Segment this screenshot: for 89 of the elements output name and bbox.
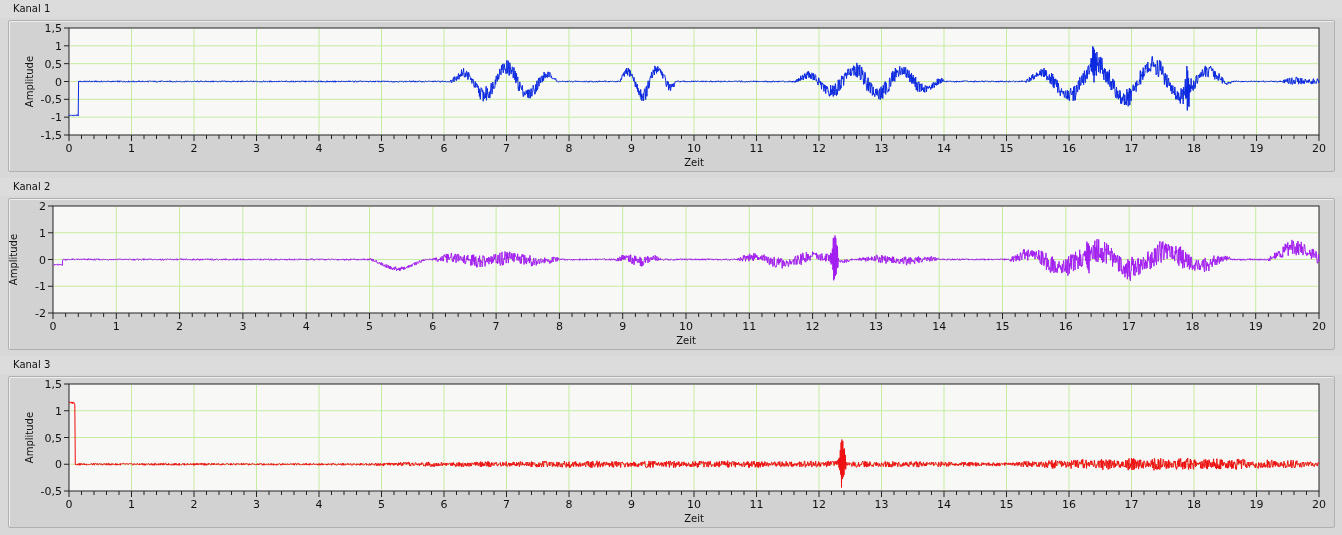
x-tick-label: 19 [1248, 320, 1263, 333]
y-tick-label: -2 [35, 307, 46, 320]
x-tick-label: 11 [749, 498, 764, 511]
x-tick-label: 14 [937, 142, 951, 155]
x-tick-label: 7 [503, 498, 510, 511]
x-tick-label: 15 [995, 320, 1010, 333]
axis-title: Zeit [684, 157, 704, 168]
x-tick-label: 8 [565, 498, 573, 511]
chart-title: Kanal 1 [13, 2, 51, 16]
x-tick-label: 5 [378, 142, 385, 155]
y-tick-label: 0 [55, 458, 62, 472]
x-tick-label: 20 [1312, 142, 1326, 155]
y-tick-label: 1 [55, 404, 62, 418]
x-tick-label: 3 [253, 142, 260, 155]
axis-title: Amplitude [24, 55, 35, 108]
x-tick-label: 8 [565, 142, 573, 155]
x-tick-label: 17 [1124, 142, 1139, 155]
x-tick-label: 12 [812, 498, 826, 511]
x-tick-label: 6 [429, 320, 437, 333]
x-tick-label: 4 [302, 320, 310, 333]
x-tick-label: 13 [868, 320, 883, 333]
x-tick-label: 7 [503, 142, 510, 155]
x-tick-label: 19 [1249, 498, 1264, 511]
y-tick-label: -0,5 [40, 93, 62, 107]
x-tick-label: 8 [555, 320, 563, 333]
x-tick-label: 10 [687, 142, 701, 155]
x-tick-label: 5 [366, 320, 373, 333]
y-tick-label: 2 [39, 200, 46, 213]
x-tick-label: 16 [1062, 142, 1076, 155]
x-tick-label: 13 [874, 142, 889, 155]
x-tick-label: 1 [128, 498, 135, 511]
y-tick-label: 1,5 [44, 22, 62, 35]
x-tick-label: 19 [1249, 142, 1264, 155]
x-tick-label: 1 [128, 142, 135, 155]
x-tick-label: 15 [999, 498, 1014, 511]
x-tick-label: 9 [619, 320, 627, 333]
axis-title: Amplitude [24, 411, 35, 464]
x-tick-label: 11 [742, 320, 757, 333]
x-tick-label: 18 [1187, 142, 1201, 155]
x-tick-label: 13 [874, 498, 889, 511]
axis-title: Amplitude [9, 233, 19, 286]
y-tick-label: 0 [55, 75, 62, 89]
x-tick-label: 6 [440, 498, 448, 511]
x-tick-label: 10 [687, 498, 701, 511]
x-tick-label: 12 [812, 142, 826, 155]
chart-title: Kanal 2 [13, 180, 51, 194]
x-tick-label: 17 [1124, 498, 1139, 511]
y-tick-label: -0,5 [40, 485, 62, 498]
y-tick-label: 0,5 [44, 57, 62, 71]
x-tick-label: 2 [190, 142, 198, 155]
x-tick-label: 14 [937, 498, 951, 511]
axis-title: Zeit [684, 513, 704, 524]
y-tick-label: 0 [39, 253, 46, 267]
x-tick-label: 18 [1187, 498, 1201, 511]
x-tick-label: 3 [253, 498, 260, 511]
x-tick-label: 15 [999, 142, 1014, 155]
x-tick-label: 10 [679, 320, 693, 333]
x-tick-label: 4 [315, 142, 323, 155]
x-tick-label: 1 [112, 320, 120, 333]
axis-title: Zeit [676, 335, 696, 346]
x-tick-label: 12 [805, 320, 820, 333]
x-tick-label: 0 [65, 142, 73, 155]
x-tick-label: 14 [932, 320, 947, 333]
x-tick-label: 7 [492, 320, 500, 333]
y-tick-label: -1 [35, 280, 46, 294]
x-tick-label: 20 [1312, 498, 1326, 511]
x-tick-label: 4 [315, 498, 323, 511]
x-tick-label: 16 [1058, 320, 1073, 333]
x-tick-label: 17 [1122, 320, 1137, 333]
y-tick-label: -1 [51, 111, 62, 125]
chart-title: Kanal 3 [13, 358, 51, 372]
y-tick-label: 1,5 [44, 378, 62, 391]
x-tick-label: 20 [1312, 320, 1326, 333]
x-tick-label: 9 [628, 142, 635, 155]
x-tick-label: 16 [1062, 498, 1076, 511]
x-tick-label: 0 [65, 498, 73, 511]
y-tick-label: 0,5 [44, 431, 62, 445]
x-tick-label: 5 [378, 498, 385, 511]
x-tick-label: 9 [628, 498, 635, 511]
x-tick-label: 3 [239, 320, 247, 333]
x-tick-label: 6 [440, 142, 448, 155]
x-tick-label: 2 [176, 320, 184, 333]
x-tick-label: 18 [1185, 320, 1200, 333]
x-tick-label: 2 [190, 498, 198, 511]
y-tick-label: -1,5 [40, 129, 62, 142]
x-tick-label: 0 [49, 320, 57, 333]
y-tick-label: 1 [39, 226, 46, 240]
x-tick-label: 11 [749, 142, 764, 155]
y-tick-label: 1 [55, 39, 62, 53]
